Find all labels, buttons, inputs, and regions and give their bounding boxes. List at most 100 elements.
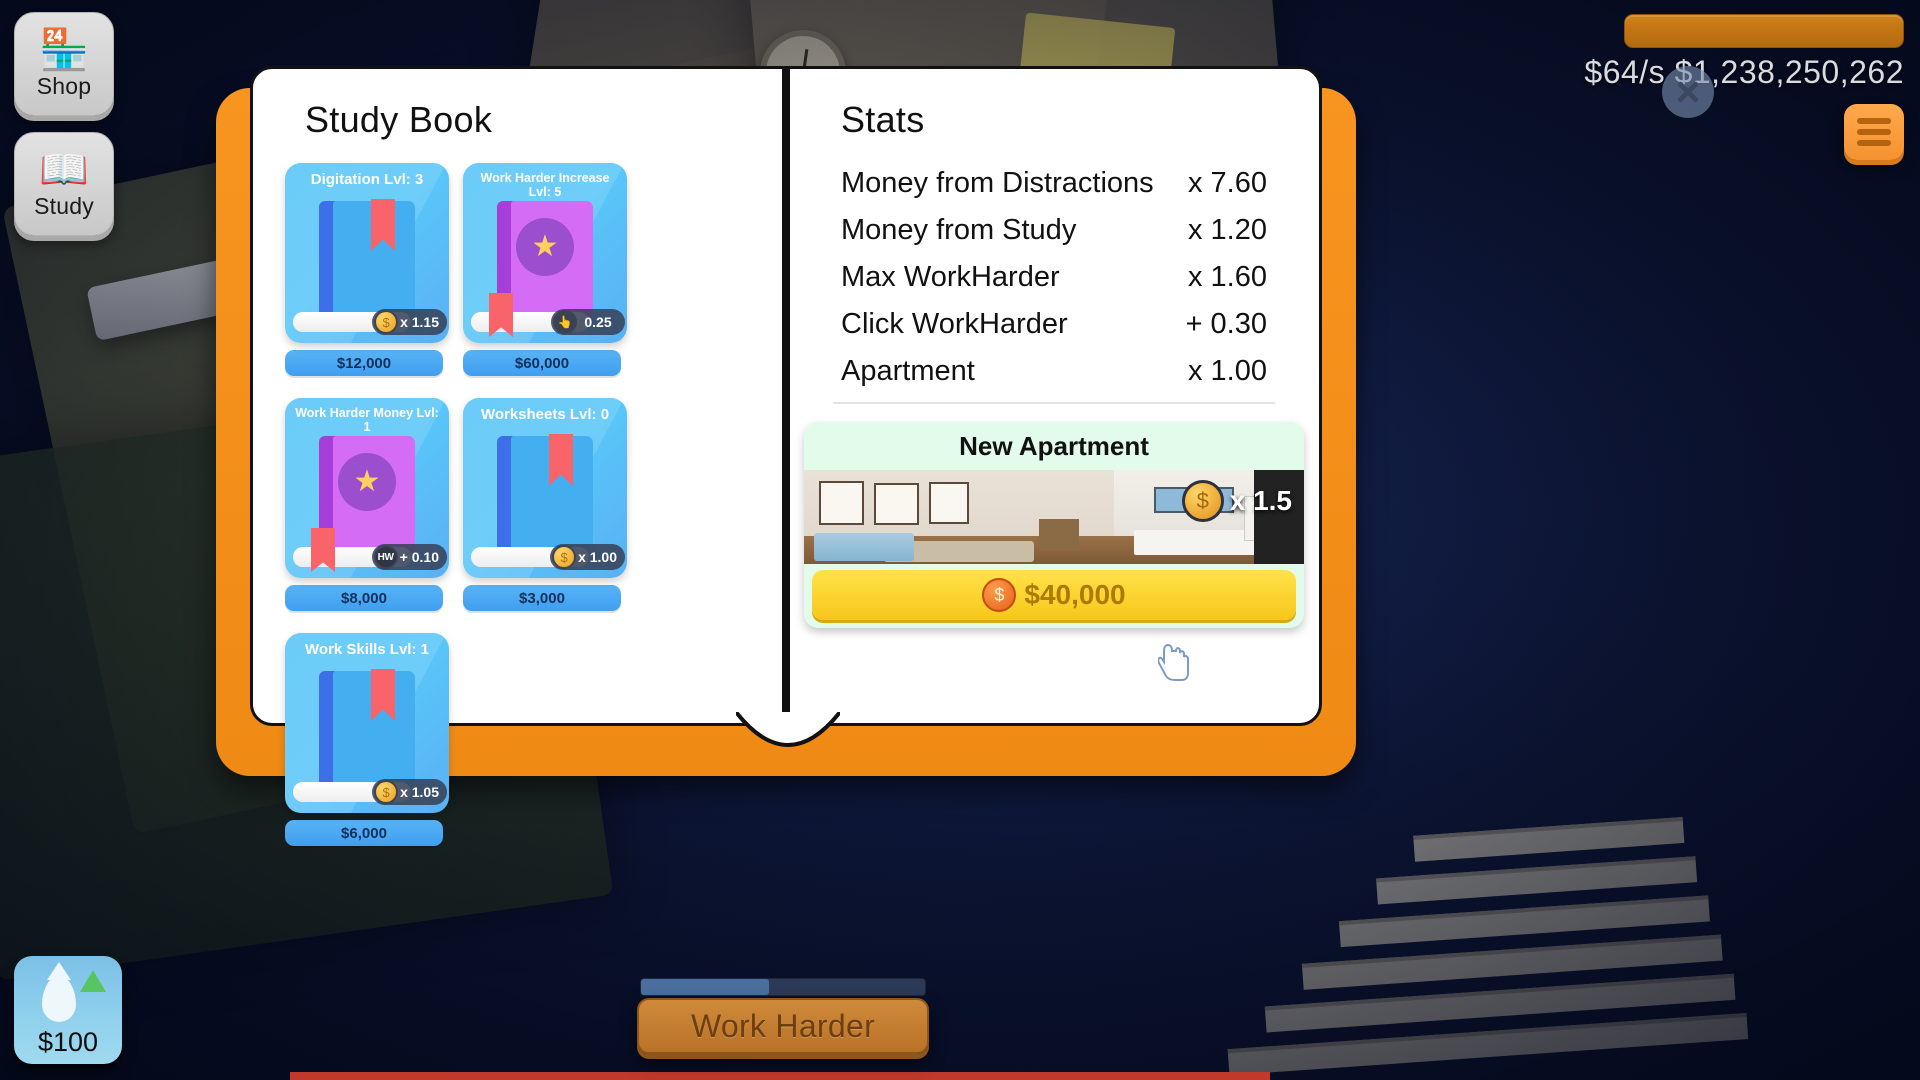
section-divider bbox=[833, 402, 1275, 404]
apartment-buy-button[interactable]: $ $40,000 bbox=[812, 570, 1296, 620]
bottom-red-strip bbox=[290, 1072, 1270, 1080]
water-widget-amount: $100 bbox=[37, 1027, 99, 1057]
stat-row: Money from Study x 1.20 bbox=[841, 214, 1267, 247]
stat-value: x 1.60 bbox=[1188, 261, 1267, 293]
card-progress-row: $ x 1.15 bbox=[293, 309, 447, 335]
sidebar-item-study-label: Study bbox=[34, 192, 94, 219]
green-triangle-icon bbox=[80, 970, 106, 992]
book-glyph-icon bbox=[319, 199, 415, 319]
book-glyph-icon bbox=[319, 669, 415, 789]
coin-icon: $ bbox=[374, 780, 399, 804]
water-drop-icon bbox=[42, 976, 76, 1022]
book-glyph-icon bbox=[497, 434, 593, 554]
star-glyph: ★ bbox=[353, 465, 381, 498]
stat-row: Max WorkHarder x 1.60 bbox=[841, 261, 1267, 294]
card-badge: $ x 1.15 bbox=[372, 309, 447, 335]
card-badge: $ x 1.05 bbox=[372, 779, 447, 805]
card-title: Work Skills Lvl: 1 bbox=[305, 641, 429, 658]
stat-row: Apartment x 1.00 bbox=[841, 355, 1267, 388]
badge-value: x 1.15 bbox=[400, 314, 439, 330]
book-left-page: Study Book Digitation Lvl: 3 $ x 1.15 $1… bbox=[250, 66, 786, 846]
stat-row: Click WorkHarder + 0.30 bbox=[841, 308, 1267, 341]
open-book-icon: 📖 bbox=[39, 147, 89, 192]
book-right-page: Stats Money from Distractions x 7.60 Mon… bbox=[786, 66, 1322, 726]
progress-bar-top bbox=[1624, 14, 1904, 48]
photo-bed bbox=[814, 533, 914, 562]
star-glyph: ★ bbox=[531, 230, 559, 263]
buy-button[interactable]: $6,000 bbox=[285, 820, 443, 846]
apartment-multiplier: $ x 1.5 bbox=[1181, 480, 1292, 522]
study-card-item: Work Harder Increase Lvl: 5 ★ 👆 0.25 $60… bbox=[463, 163, 627, 376]
buy-button[interactable]: $3,000 bbox=[463, 585, 621, 611]
study-card-work-harder-increase[interactable]: Work Harder Increase Lvl: 5 ★ 👆 0.25 bbox=[463, 163, 627, 343]
stat-label: Money from Study bbox=[841, 214, 1077, 246]
apartment-multiplier-value: x 1.5 bbox=[1229, 485, 1292, 516]
page-title-stats: Stats bbox=[841, 99, 925, 140]
sidebar-item-study[interactable]: 📖 Study bbox=[14, 132, 114, 236]
money-display: $64/s $1,238,250,262 bbox=[1584, 54, 1904, 90]
hand-click-icon: 👆 bbox=[553, 310, 577, 334]
stat-value: x 1.00 bbox=[1188, 355, 1267, 387]
book-spine-divider bbox=[782, 66, 790, 726]
badge-value: x 1.05 bbox=[400, 784, 439, 800]
card-title: Work Harder Increase Lvl: 5 bbox=[480, 171, 610, 199]
star-icon: ★ bbox=[338, 453, 396, 511]
stat-label: Click WorkHarder bbox=[841, 308, 1068, 340]
coin-icon: $ bbox=[1181, 480, 1224, 522]
sidebar-item-shop-label: Shop bbox=[36, 72, 92, 99]
photo-shelf-cart bbox=[1039, 518, 1079, 551]
card-badge: HW + 0.10 bbox=[371, 544, 447, 570]
card-badge: $ x 1.00 bbox=[550, 544, 625, 570]
water-money-widget[interactable]: $100 bbox=[14, 956, 122, 1064]
coin-icon: $ bbox=[552, 545, 577, 569]
card-title: Digitation Lvl: 3 bbox=[310, 171, 424, 188]
work-harder-progress-bar bbox=[640, 978, 926, 996]
photo-wall-art bbox=[874, 483, 919, 525]
new-apartment-card[interactable]: New Apartment $ x 1.5 $ $40,000 bbox=[804, 422, 1304, 628]
top-right-hud: $64/s $1,238,250,262 bbox=[1584, 14, 1904, 118]
card-progress-row: $ x 1.05 bbox=[293, 779, 447, 805]
stat-value: x 7.60 bbox=[1188, 167, 1267, 199]
book-spine-bottom-curve bbox=[736, 712, 840, 747]
stats-list: Money from Distractions x 7.60 Money fro… bbox=[789, 141, 1319, 388]
stat-value: + 0.30 bbox=[1185, 308, 1267, 340]
star-icon: ★ bbox=[516, 218, 574, 276]
photo-wall-art bbox=[929, 482, 969, 524]
badge-value: x 1.00 bbox=[578, 549, 617, 565]
mouse-cursor-icon bbox=[1158, 643, 1189, 681]
stat-value: x 1.20 bbox=[1188, 214, 1267, 246]
page-title-study-book: Study Book bbox=[305, 99, 493, 140]
hamburger-menu-icon[interactable] bbox=[1844, 104, 1904, 160]
menu-line bbox=[1857, 140, 1891, 146]
hw-icon: HW bbox=[373, 545, 398, 569]
study-card-work-harder-money[interactable]: Work Harder Money Lvl: 1 ★ HW + 0.10 bbox=[285, 398, 449, 578]
stat-label: Apartment bbox=[841, 355, 975, 387]
badge-value: + 0.10 bbox=[399, 549, 439, 565]
study-card-worksheets[interactable]: Worksheets Lvl: 0 $ x 1.00 bbox=[463, 398, 627, 578]
stat-label: Money from Distractions bbox=[841, 167, 1154, 199]
close-x-icon[interactable] bbox=[1662, 66, 1715, 118]
study-cards-grid: Digitation Lvl: 3 $ x 1.15 $12,000 Work … bbox=[253, 141, 783, 868]
study-card-digitation[interactable]: Digitation Lvl: 3 $ x 1.15 bbox=[285, 163, 449, 343]
sidebar-item-shop[interactable]: 🏪 Shop bbox=[14, 12, 114, 116]
work-harder-button[interactable]: Work Harder bbox=[637, 998, 929, 1054]
stat-label: Max WorkHarder bbox=[841, 261, 1060, 293]
study-card-item: Work Skills Lvl: 1 $ x 1.05 $6,000 bbox=[285, 633, 449, 846]
study-card-item: Worksheets Lvl: 0 $ x 1.00 $3,000 bbox=[463, 398, 627, 611]
shop-storefront-icon: 🏪 bbox=[39, 27, 89, 72]
card-badge: 👆 0.25 bbox=[551, 309, 625, 335]
buy-button[interactable]: $8,000 bbox=[285, 585, 443, 611]
study-card-work-skills[interactable]: Work Skills Lvl: 1 $ x 1.05 bbox=[285, 633, 449, 813]
apartment-price: $40,000 bbox=[1024, 579, 1126, 610]
card-title: Work Harder Money Lvl: 1 bbox=[295, 406, 439, 434]
study-card-item: Work Harder Money Lvl: 1 ★ HW + 0.10 $8,… bbox=[285, 398, 449, 611]
buy-button[interactable]: $60,000 bbox=[463, 350, 621, 376]
left-nav-panel: 🏪 Shop 📖 Study bbox=[14, 12, 114, 252]
study-card-item: Digitation Lvl: 3 $ x 1.15 $12,000 bbox=[285, 163, 449, 376]
card-progress-row: $ x 1.00 bbox=[471, 544, 625, 570]
work-harder-progress-fill bbox=[641, 979, 769, 995]
apartment-title: New Apartment bbox=[959, 431, 1149, 461]
buy-button[interactable]: $12,000 bbox=[285, 350, 443, 376]
photo-wall-art bbox=[819, 481, 864, 525]
work-harder-label: Work Harder bbox=[690, 1007, 876, 1044]
